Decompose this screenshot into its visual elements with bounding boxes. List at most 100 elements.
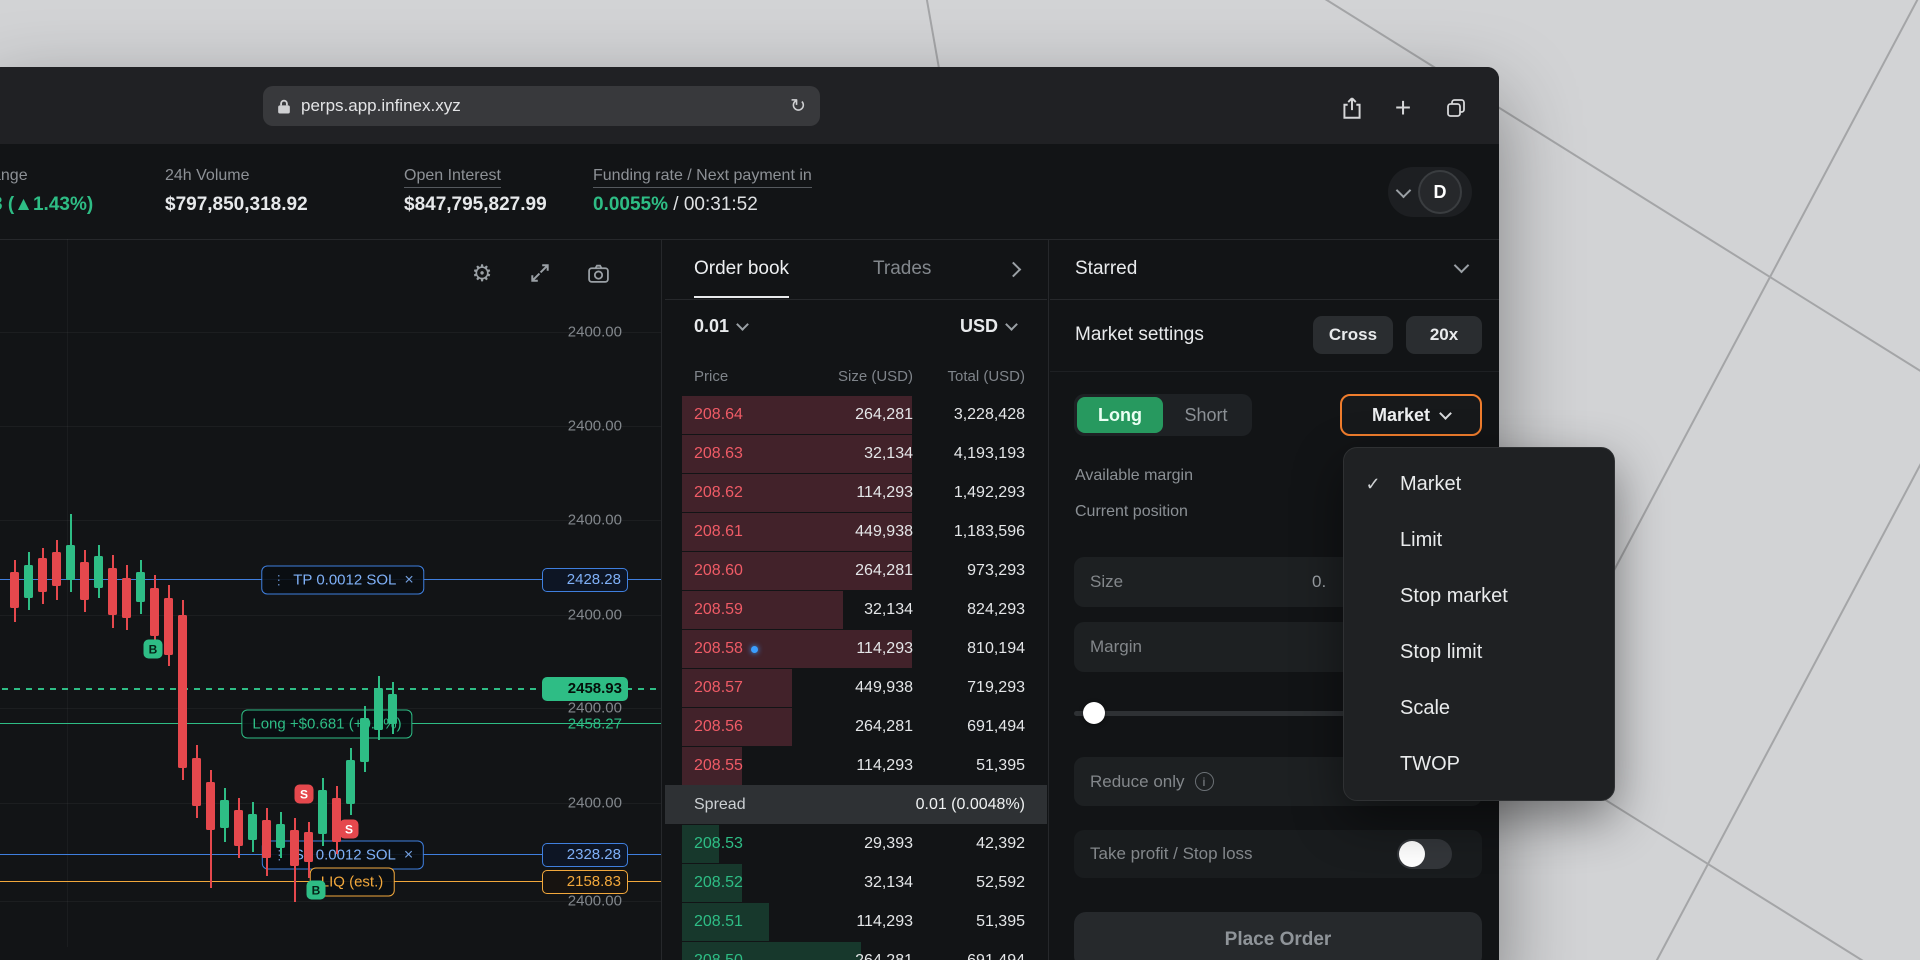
- candlestick: [374, 688, 383, 730]
- order-type-menu: ✓ Market Limit Stop market Stop limitScale TW…: [1343, 447, 1615, 801]
- spread-label: Spread: [665, 796, 746, 814]
- orderbook-row-ask[interactable]: 208.58114,293810,194: [665, 629, 1047, 668]
- option-label: Market: [1400, 473, 1461, 496]
- long-button[interactable]: Long: [1077, 397, 1163, 433]
- price-axis-label-cur: 2458.93: [542, 677, 628, 701]
- orderbook-row-ask[interactable]: 208.55114,29351,395: [665, 746, 1047, 785]
- orderbook-row-bid[interactable]: 208.5329,39342,392: [665, 824, 1047, 863]
- available-margin-label: Available margin: [1075, 467, 1193, 485]
- tab-trades[interactable]: Trades: [873, 239, 931, 298]
- orderbook-row-bid[interactable]: 208.50264,281691,494: [665, 941, 1047, 960]
- chart-fullscreen-button[interactable]: [526, 259, 554, 287]
- order-type-button[interactable]: Market: [1340, 394, 1482, 436]
- candlestick: [220, 800, 229, 828]
- candlestick: [290, 830, 299, 866]
- stop-loss-tag[interactable]: ⋮ SL 0.0012 SOL ×: [262, 841, 424, 870]
- price: 208.63: [665, 445, 760, 463]
- price: 208.58: [665, 640, 760, 658]
- size: 114,293: [760, 484, 913, 502]
- reduce-only-label: Reduce only: [1090, 772, 1185, 792]
- order-type-option-market[interactable]: ✓ Market: [1344, 456, 1614, 512]
- price-axis-label-grid: 2400.00: [542, 795, 628, 812]
- candlestick: [360, 718, 369, 762]
- price-axis-label-sl: 2328.28: [542, 843, 628, 867]
- total: 691,494: [913, 952, 1025, 960]
- check-icon: ✓: [1356, 474, 1390, 495]
- chevron-down-icon[interactable]: [1454, 258, 1470, 274]
- option-label: Stop market: [1400, 585, 1508, 608]
- drag-handle-icon: ⋮: [272, 572, 285, 588]
- chevron-right-icon[interactable]: [1006, 262, 1022, 278]
- spread-row: Spread 0.01 (0.0048%): [665, 785, 1047, 824]
- size: 264,281: [760, 562, 913, 580]
- price-axis-label-grid: 2400.00: [542, 324, 628, 341]
- expand-icon: [529, 262, 551, 284]
- chart-snapshot-button[interactable]: [584, 259, 612, 287]
- denomination-value: USD: [960, 316, 998, 337]
- tp-sl-toggle[interactable]: [1397, 839, 1452, 869]
- market-settings-row: Market settings Cross 20x: [1050, 299, 1499, 372]
- total: 973,293: [913, 562, 1025, 580]
- price: 208.64: [665, 406, 760, 424]
- size: 114,293: [760, 757, 913, 775]
- bids-list: 208.5329,39342,392208.5232,13452,592208.…: [665, 824, 1047, 960]
- chevron-down-icon: [1005, 318, 1018, 331]
- orderbook-panel: Order book Trades 0.01 USD Price Size (U…: [665, 239, 1047, 960]
- order-type-option-stop-market[interactable]: Stop market: [1344, 568, 1614, 624]
- price-axis-label-grid: 2400.00: [542, 418, 628, 435]
- size: 114,293: [760, 913, 913, 931]
- price-axis-label-grid: 2400.00: [542, 512, 628, 529]
- tp-sl-label: Take profit / Stop loss: [1090, 844, 1253, 864]
- price: 208.50: [665, 952, 760, 960]
- desktop: perps.app.infinex.xyz ↻ + ange 3 (▲1.43%…: [0, 0, 1920, 960]
- candlestick: [122, 578, 131, 618]
- margin-mode-button[interactable]: Cross: [1313, 316, 1393, 354]
- orderbook-row-ask[interactable]: 208.56264,281691,494: [665, 707, 1047, 746]
- short-button[interactable]: Short: [1163, 397, 1249, 433]
- position-tag[interactable]: Long +$0.681 (+0.8%): [241, 710, 412, 739]
- order-type-option-twop[interactable]: TWOP: [1344, 736, 1614, 792]
- place-order-button[interactable]: Place Order: [1074, 912, 1482, 960]
- size: 264,281: [760, 952, 913, 960]
- gear-icon: ⚙: [472, 260, 493, 287]
- size-placeholder: Size: [1090, 572, 1123, 592]
- buy-marker: B: [144, 640, 163, 659]
- tab-order-book[interactable]: Order book: [694, 239, 789, 298]
- option-label: TWOP: [1400, 753, 1460, 776]
- close-icon[interactable]: ×: [404, 846, 413, 864]
- order-type-option-limit[interactable]: Limit: [1344, 512, 1614, 568]
- orderbook-row-ask[interactable]: 208.64264,2813,228,428: [665, 395, 1047, 434]
- chart-toolbar: ⚙: [468, 259, 612, 287]
- price: 208.51: [665, 913, 760, 931]
- grouping-select[interactable]: 0.01: [694, 316, 747, 337]
- chart-settings-button[interactable]: ⚙: [468, 259, 496, 287]
- order-type-option-scale[interactable]: Scale: [1344, 680, 1614, 736]
- margin-placeholder: Margin: [1090, 637, 1142, 657]
- orderbook-controls: 0.01 USD: [665, 300, 1047, 358]
- denomination-select[interactable]: USD: [960, 316, 1016, 337]
- slider-knob[interactable]: [1083, 702, 1105, 724]
- total: 52,592: [913, 874, 1025, 892]
- orderbook-row-ask[interactable]: 208.6332,1344,193,193: [665, 434, 1047, 473]
- spread-value: 0.01 (0.0048%): [916, 796, 1025, 814]
- option-label: Limit: [1400, 529, 1442, 552]
- asks-list: 208.64264,2813,228,428208.6332,1344,193,…: [665, 395, 1047, 785]
- orderbook-row-bid[interactable]: 208.5232,13452,592: [665, 863, 1047, 902]
- orderbook-row-ask[interactable]: 208.57449,938719,293: [665, 668, 1047, 707]
- orderbook-row-ask[interactable]: 208.60264,281973,293: [665, 551, 1047, 590]
- orderbook-row-bid[interactable]: 208.51114,29351,395: [665, 902, 1047, 941]
- leverage-button[interactable]: 20x: [1406, 316, 1482, 354]
- order-type-option-stop-limit[interactable]: Stop limit: [1344, 624, 1614, 680]
- total: 4,193,193: [913, 445, 1025, 463]
- candlestick: [276, 824, 285, 848]
- size: 114,293: [760, 640, 913, 658]
- take-profit-tag[interactable]: ⋮ TP 0.0012 SOL ×: [261, 566, 424, 595]
- orderbook-row-ask[interactable]: 208.62114,2931,492,293: [665, 473, 1047, 512]
- orderbook-row-ask[interactable]: 208.61449,9381,183,596: [665, 512, 1047, 551]
- close-icon[interactable]: ×: [404, 571, 413, 589]
- candlestick: [52, 552, 61, 586]
- price: 208.61: [665, 523, 760, 541]
- price-axis-label-liq: 2158.83: [542, 870, 628, 894]
- candlestick: [80, 562, 89, 600]
- orderbook-row-ask[interactable]: 208.5932,134824,293: [665, 590, 1047, 629]
